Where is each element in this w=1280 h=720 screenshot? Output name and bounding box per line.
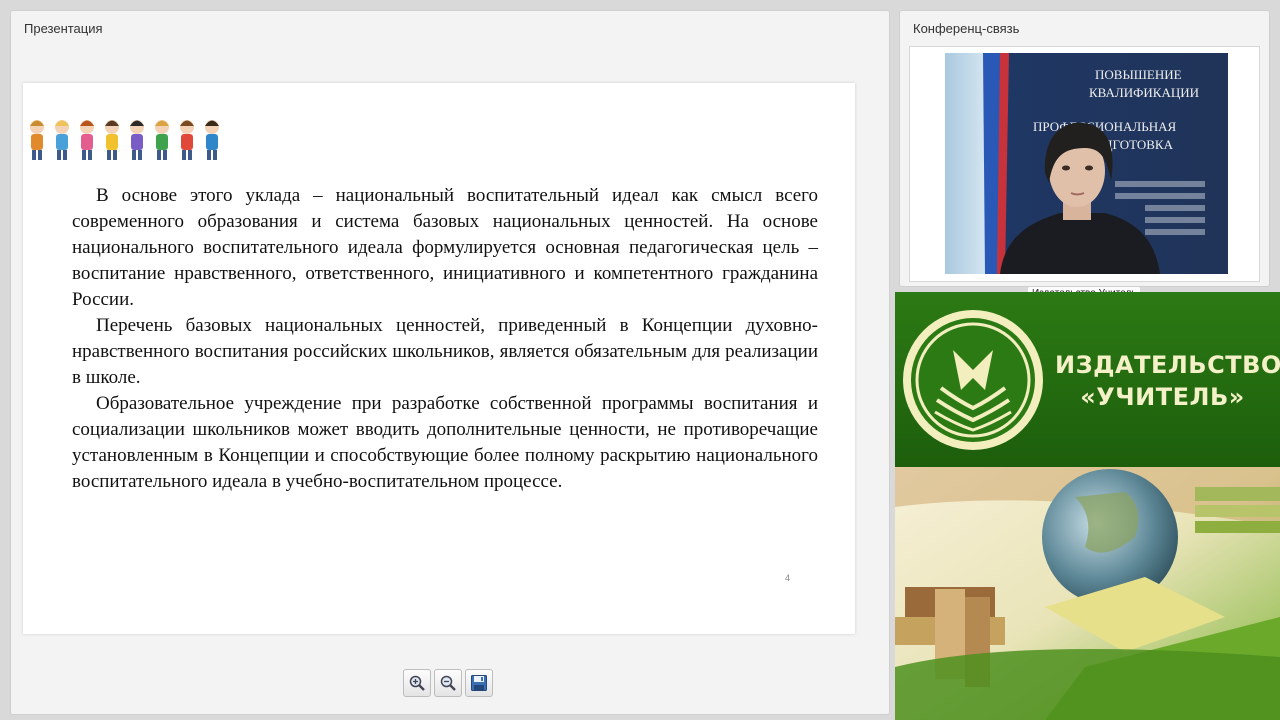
brand-line: «УЧИТЕЛЬ» bbox=[1080, 383, 1245, 411]
presentation-toolbar bbox=[403, 669, 493, 699]
slide-text: В основе этого уклада – национальный вос… bbox=[72, 183, 818, 495]
zoom-out-icon bbox=[440, 675, 456, 691]
banner-line: ПОВЫШЕНИЕ bbox=[1095, 67, 1182, 82]
kids-illustration bbox=[30, 120, 219, 160]
slide-paragraph: Образовательное учреждение при разработк… bbox=[72, 393, 818, 492]
slide-paragraph: Перечень базовых национальных ценностей,… bbox=[72, 315, 818, 388]
presentation-title: Презентация bbox=[24, 21, 103, 36]
kid-figure bbox=[55, 120, 69, 160]
zoom-out-button[interactable] bbox=[434, 669, 462, 697]
speaker-video[interactable]: ПОВЫШЕНИЕ КВАЛИФИКАЦИИ ПРОФЕССИОНАЛЬНАЯ … bbox=[945, 53, 1228, 274]
slide-paragraph: В основе этого уклада – национальный вос… bbox=[72, 185, 818, 310]
slide-page-number: 4 bbox=[785, 573, 791, 583]
kid-figure bbox=[105, 120, 119, 160]
zoom-in-button[interactable] bbox=[403, 669, 431, 697]
kid-figure bbox=[30, 120, 44, 160]
kid-figure bbox=[180, 120, 194, 160]
brand-line: ИЗДАТЕЛЬСТВО bbox=[1055, 351, 1280, 379]
books-globe-image bbox=[895, 467, 1280, 720]
video-container: ПОВЫШЕНИЕ КВАЛИФИКАЦИИ ПРОФЕССИОНАЛЬНАЯ … bbox=[909, 46, 1260, 300]
brand-name: ИЗДАТЕЛЬСТВО «УЧИТЕЛЬ» bbox=[1055, 349, 1280, 413]
brand-banner: ИЗДАТЕЛЬСТВО «УЧИТЕЛЬ» bbox=[895, 292, 1280, 467]
banner-line: КВАЛИФИКАЦИИ bbox=[1089, 85, 1199, 100]
kid-figure bbox=[205, 120, 219, 160]
save-icon bbox=[471, 675, 487, 691]
publisher-logo bbox=[903, 310, 1043, 450]
conference-panel: Конференц-связь ПОВЫШЕНИЕ КВАЛИФИКАЦИИ П… bbox=[899, 10, 1270, 300]
zoom-in-icon bbox=[409, 675, 425, 691]
presentation-panel: Презентация В основе этого уклада – наци… bbox=[10, 10, 890, 715]
save-button[interactable] bbox=[465, 669, 493, 697]
kid-figure bbox=[80, 120, 94, 160]
kid-figure bbox=[130, 120, 144, 160]
kid-figure bbox=[155, 120, 169, 160]
slide: В основе этого уклада – национальный вос… bbox=[23, 83, 855, 634]
banner-line: ПРОФЕССИОНАЛЬНАЯ bbox=[1033, 119, 1176, 134]
conference-title: Конференц-связь bbox=[913, 21, 1020, 36]
